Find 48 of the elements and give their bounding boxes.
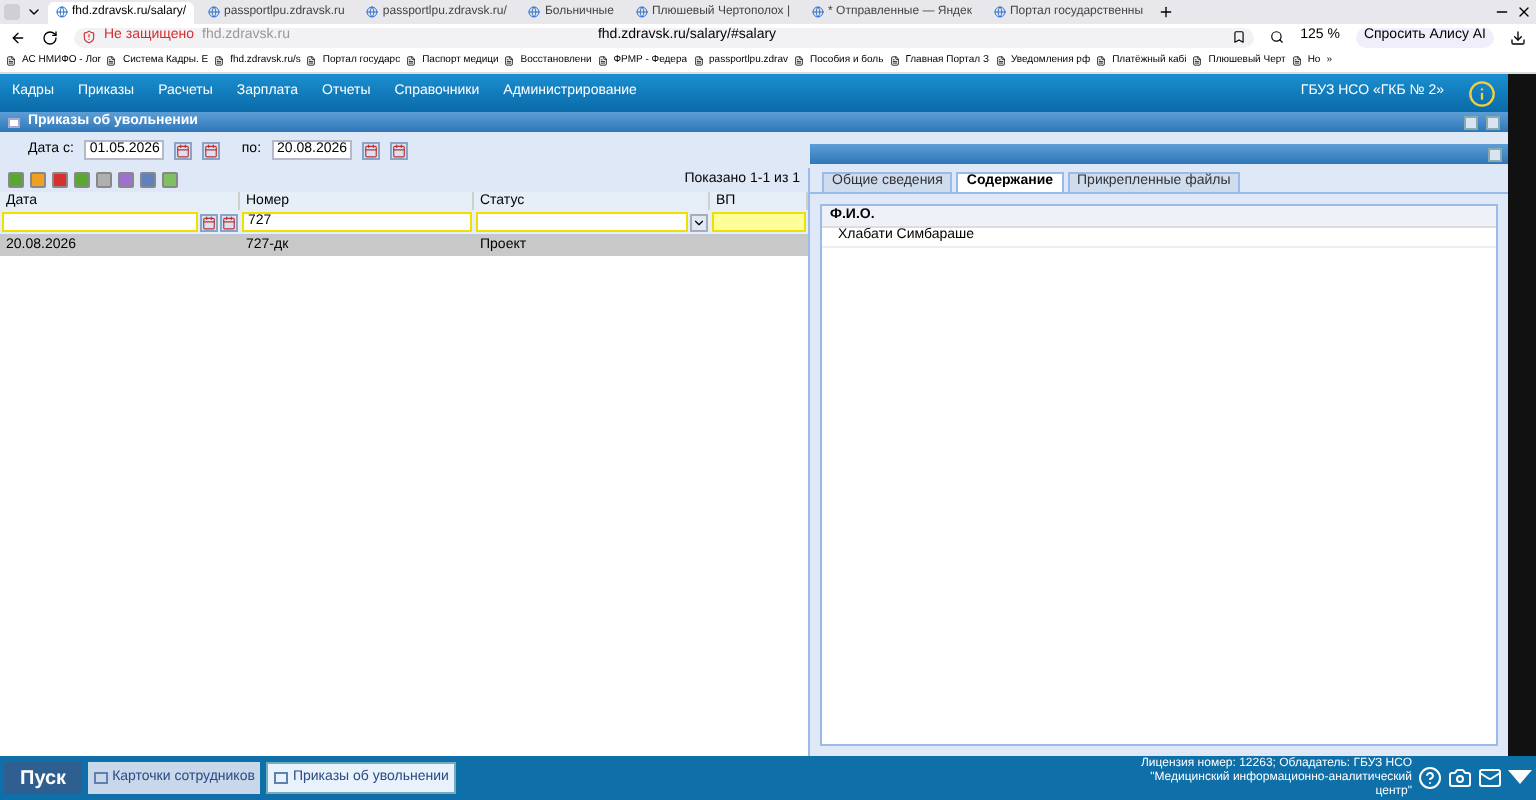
globe-icon	[56, 6, 68, 18]
calendar-icon[interactable]	[389, 141, 408, 159]
info-icon[interactable]	[1468, 79, 1496, 107]
calendar-icon[interactable]	[201, 141, 220, 159]
back-icon[interactable]	[10, 29, 26, 45]
download-icon[interactable]	[1510, 29, 1526, 45]
start-button[interactable]: Пуск	[4, 762, 83, 794]
calendar-icon[interactable]	[220, 213, 238, 231]
calendar-icon[interactable]	[361, 141, 380, 159]
calendar-icon[interactable]	[173, 141, 192, 159]
minimize-button[interactable]	[1464, 115, 1478, 129]
filter-field[interactable]	[712, 212, 806, 232]
page-icon	[597, 56, 608, 66]
page-icon	[504, 56, 515, 66]
page-icon	[306, 56, 317, 66]
window-icon	[8, 117, 20, 127]
globe-icon	[208, 6, 221, 18]
page-icon	[1291, 56, 1302, 66]
help-icon[interactable]	[1418, 766, 1442, 790]
page-icon	[889, 56, 900, 66]
new-tab-icon[interactable]	[1157, 4, 1174, 20]
camera-icon[interactable]	[1448, 766, 1472, 790]
page-icon	[106, 56, 117, 66]
page-icon	[1096, 56, 1107, 66]
close-button[interactable]	[1486, 115, 1500, 129]
globe-icon	[635, 6, 648, 18]
page-icon	[793, 56, 804, 66]
globe-icon	[528, 6, 541, 18]
page-icon	[995, 56, 1006, 66]
dropdown-arrow-icon[interactable]	[690, 213, 708, 231]
chevron-icon[interactable]	[26, 4, 42, 20]
globe-icon	[993, 6, 1006, 18]
dropdown-icon[interactable]	[1508, 770, 1532, 786]
page-icon	[693, 56, 704, 66]
calendar-icon[interactable]	[200, 213, 218, 231]
mail-icon[interactable]	[1478, 766, 1502, 790]
page-icon	[1192, 56, 1203, 66]
filter-field[interactable]	[476, 212, 688, 232]
collapse-button[interactable]	[1488, 147, 1502, 161]
page-icon	[214, 56, 225, 66]
search-icon[interactable]	[1270, 30, 1285, 44]
page-icon	[406, 56, 417, 66]
reload-icon[interactable]	[42, 29, 58, 45]
globe-icon	[812, 6, 825, 18]
filter-field[interactable]	[2, 212, 198, 232]
page-icon	[6, 56, 16, 66]
globe-icon	[366, 6, 379, 18]
close-icon[interactable]	[1516, 4, 1532, 20]
